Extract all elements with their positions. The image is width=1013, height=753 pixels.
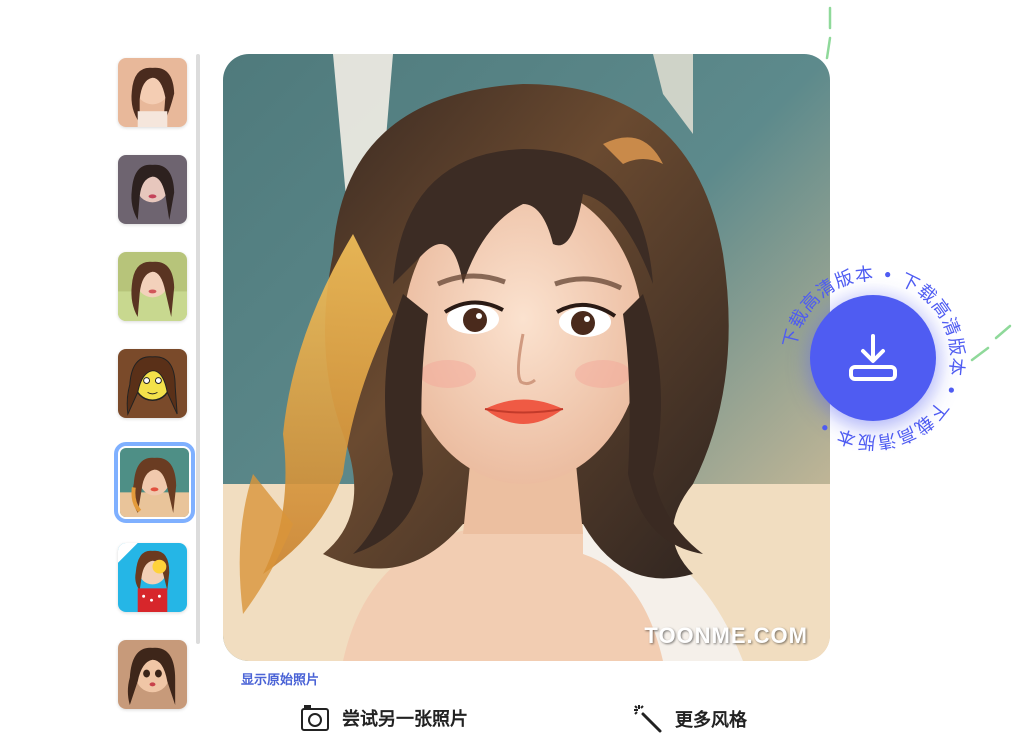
thumbnail-style-1[interactable] (118, 58, 187, 127)
decorative-dash-top (825, 6, 832, 60)
thumbnail-style-2[interactable] (118, 155, 187, 224)
thumbnail-style-6[interactable] (118, 543, 187, 612)
thumbnail-scrollbar[interactable] (196, 54, 200, 644)
more-styles-button[interactable]: 更多风格 (633, 704, 747, 734)
try-another-photo-button[interactable]: 尝试另一张照片 (300, 704, 468, 732)
cartoon-result-image: TOONME.COM (223, 54, 830, 661)
magic-wand-icon (634, 705, 662, 733)
thumbnail-style-7[interactable] (118, 640, 187, 709)
style-thumbnail-list (112, 54, 195, 714)
download-hd-button[interactable] (810, 295, 936, 421)
more-styles-label: 更多风格 (675, 710, 747, 730)
toonme-result-page: TOONME.COM 显示原始照片 尝试另一张照片 更多风格 下载高清版本 • … (0, 0, 1013, 753)
portrait-illustration (223, 54, 830, 661)
camera-icon (301, 705, 329, 731)
toonme-watermark: TOONME.COM (644, 623, 808, 648)
thumbnail-style-5[interactable] (114, 442, 195, 523)
thumbnail-style-3[interactable] (118, 252, 187, 321)
download-hd-widget: 下载高清版本 • 下载高清版本 • 下载高清版本 • (778, 263, 968, 453)
show-original-photo-link[interactable]: 显示原始照片 (241, 669, 319, 688)
try-another-photo-label: 尝试另一张照片 (342, 709, 468, 729)
thumbnail-style-4[interactable] (118, 349, 187, 418)
download-icon (849, 334, 897, 381)
